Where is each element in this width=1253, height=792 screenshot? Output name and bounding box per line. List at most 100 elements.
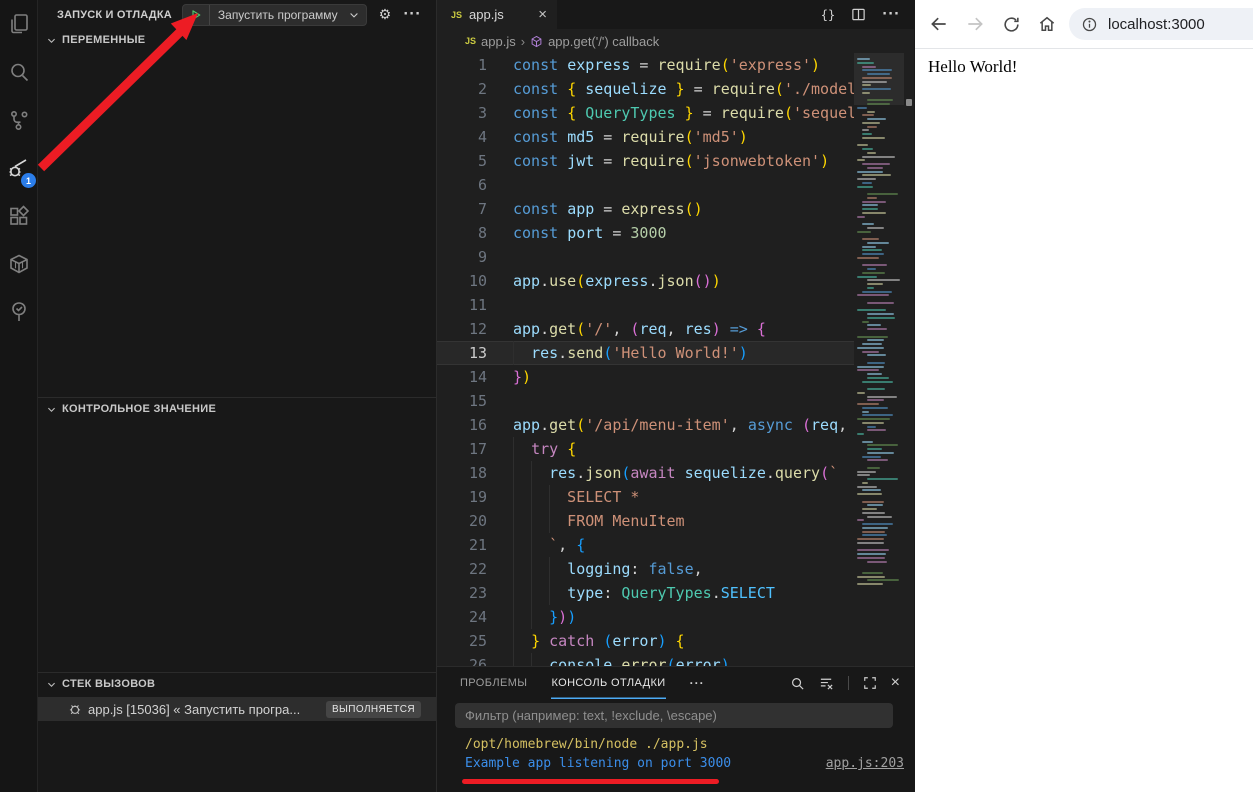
code-line[interactable]: 23 type: QueryTypes.SELECT [437, 581, 914, 605]
tab-problems[interactable]: ПРОБЛЕМЫ [460, 667, 527, 699]
close-tab-icon[interactable]: × [538, 7, 547, 22]
line-number[interactable]: 3 [437, 101, 487, 125]
line-number[interactable]: 20 [437, 509, 487, 533]
activity-item-source-control[interactable] [0, 96, 38, 144]
line-number[interactable]: 18 [437, 461, 487, 485]
code-line[interactable]: 9 [437, 245, 914, 269]
watch-section-header[interactable]: КОНТРОЛЬНОЕ ЗНАЧЕНИЕ [38, 398, 436, 420]
line-number[interactable]: 15 [437, 389, 487, 413]
code-line[interactable]: 2const { sequelize } = require('./models… [437, 77, 914, 101]
line-number[interactable]: 2 [437, 77, 487, 101]
line-number[interactable]: 17 [437, 437, 487, 461]
debug-session-row[interactable]: app.js [15036] « Запустить програ... ВЫП… [38, 697, 436, 721]
code-line[interactable]: 13 res.send('Hello World!') [437, 341, 914, 365]
code-line[interactable]: 18 res.json(await sequelize.query(` [437, 461, 914, 485]
split-editor-icon[interactable] [851, 7, 866, 22]
code-line[interactable]: 12app.get('/', (req, res) => { [437, 317, 914, 341]
home-button[interactable] [1033, 10, 1061, 38]
activity-item-search[interactable] [0, 48, 38, 96]
code-text: SELECT * [513, 485, 639, 509]
panel-more-tabs-icon[interactable]: ··· [690, 676, 705, 690]
line-number[interactable]: 11 [437, 293, 487, 317]
code-line[interactable]: 4const md5 = require('md5') [437, 125, 914, 149]
line-number[interactable]: 19 [437, 485, 487, 509]
back-button[interactable] [925, 10, 953, 38]
code-line[interactable]: 15 [437, 389, 914, 413]
start-debugging-button[interactable] [183, 5, 210, 25]
launch-settings-gear-icon[interactable]: ⚙ [379, 8, 392, 22]
code-line[interactable]: 1const express = require('express') [437, 53, 914, 77]
line-number[interactable]: 16 [437, 413, 487, 437]
breadcrumb-file[interactable]: app.js [481, 34, 516, 49]
activity-item-run-and-debug[interactable]: 1 [0, 144, 38, 192]
call-stack-section-header[interactable]: СТЕК ВЫЗОВОВ [38, 673, 436, 695]
line-number[interactable]: 5 [437, 149, 487, 173]
line-number[interactable]: 23 [437, 581, 487, 605]
tab-appjs[interactable]: JS app.js × [437, 0, 557, 29]
code-line[interactable]: 21 `, { [437, 533, 914, 557]
code-line[interactable]: 22 logging: false, [437, 557, 914, 581]
code-line[interactable]: 20 FROM MenuItem [437, 509, 914, 533]
code-line[interactable]: 6 [437, 173, 914, 197]
line-number[interactable]: 24 [437, 605, 487, 629]
code-text: FROM MenuItem [513, 509, 685, 533]
line-number[interactable]: 14 [437, 365, 487, 389]
activity-item-explorer[interactable] [0, 0, 38, 48]
line-number[interactable]: 7 [437, 197, 487, 221]
source-location-link[interactable]: app.js:203 [826, 754, 904, 773]
code-line[interactable]: 10app.use(express.json()) [437, 269, 914, 293]
variables-section-header[interactable]: ПЕРЕМЕННЫЕ [38, 29, 436, 51]
code-line[interactable]: 17 try { [437, 437, 914, 461]
minimap[interactable] [854, 53, 904, 601]
debug-views-more-icon[interactable]: ··· [403, 8, 421, 21]
code-line[interactable]: 24 })) [437, 605, 914, 629]
forward-button[interactable] [961, 10, 989, 38]
reload-button[interactable] [997, 10, 1025, 38]
code-text: const port = 3000 [513, 221, 667, 245]
code-line[interactable]: 16app.get('/api/menu-item', async (req, … [437, 413, 914, 437]
minimap-line [862, 489, 881, 491]
code-line[interactable]: 8 const port = 3000 [437, 221, 914, 245]
activity-item-testing[interactable] [0, 288, 38, 336]
clear-console-icon[interactable] [819, 676, 834, 691]
minimap-line [867, 426, 876, 428]
line-number[interactable]: 25 [437, 629, 487, 653]
line-number[interactable]: 22 [437, 557, 487, 581]
close-panel-icon[interactable]: × [891, 675, 900, 691]
code-line[interactable]: 26 console.error(error) [437, 653, 914, 666]
code-editor[interactable]: 1const express = require('express')2cons… [437, 53, 914, 666]
activity-item-extensions[interactable] [0, 192, 38, 240]
code-line[interactable]: 7const app = express() [437, 197, 914, 221]
line-number[interactable]: 12 [437, 317, 487, 341]
line-number[interactable]: 10 [437, 269, 487, 293]
line-number[interactable]: 21 [437, 533, 487, 557]
minimap-line [867, 339, 884, 341]
code-line[interactable]: 5const jwt = require('jsonwebtoken') [437, 149, 914, 173]
activity-item-containers[interactable] [0, 240, 38, 288]
run-config-dropdown[interactable]: Запустить программу [182, 4, 367, 26]
info-icon[interactable] [1081, 16, 1098, 33]
code-line[interactable]: 25 } catch (error) { [437, 629, 914, 653]
line-number[interactable]: 8 [437, 221, 487, 245]
line-number[interactable]: 6 [437, 173, 487, 197]
line-number[interactable]: 13 [437, 341, 487, 365]
line-number[interactable]: 26 [437, 653, 487, 666]
console-filter-input[interactable] [455, 703, 893, 728]
code-line[interactable]: 14}) [437, 365, 914, 389]
line-number[interactable]: 1 [437, 53, 487, 77]
search-icon[interactable] [790, 676, 805, 691]
code-line[interactable]: 19 SELECT * [437, 485, 914, 509]
line-number[interactable]: 4 [437, 125, 487, 149]
code-line[interactable]: 11 [437, 293, 914, 317]
breadcrumb-symbol[interactable]: app.get('/') callback [548, 34, 659, 49]
address-bar[interactable]: localhost:3000 [1069, 8, 1253, 40]
line-number[interactable]: 9 [437, 245, 487, 269]
brackets-icon[interactable]: {} [821, 8, 835, 22]
minimap-line [862, 407, 888, 409]
minimap-line [867, 126, 877, 128]
more-actions-icon[interactable]: ··· [882, 8, 900, 21]
code-line[interactable]: 3const { QueryTypes } = require('sequeli… [437, 101, 914, 125]
maximize-panel-icon[interactable] [863, 676, 877, 690]
minimap-slider[interactable] [854, 53, 904, 105]
tab-debug-console[interactable]: КОНСОЛЬ ОТЛАДКИ [551, 667, 665, 699]
